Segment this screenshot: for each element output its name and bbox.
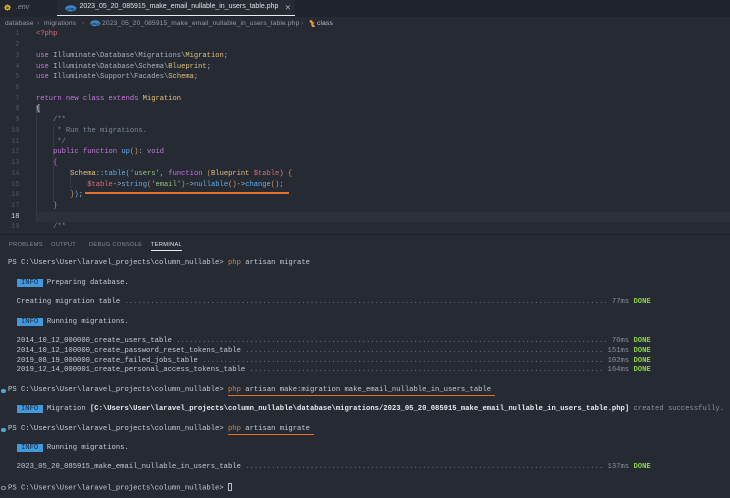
svg-text:php: php (90, 22, 99, 26)
svg-text:php: php (66, 6, 75, 11)
